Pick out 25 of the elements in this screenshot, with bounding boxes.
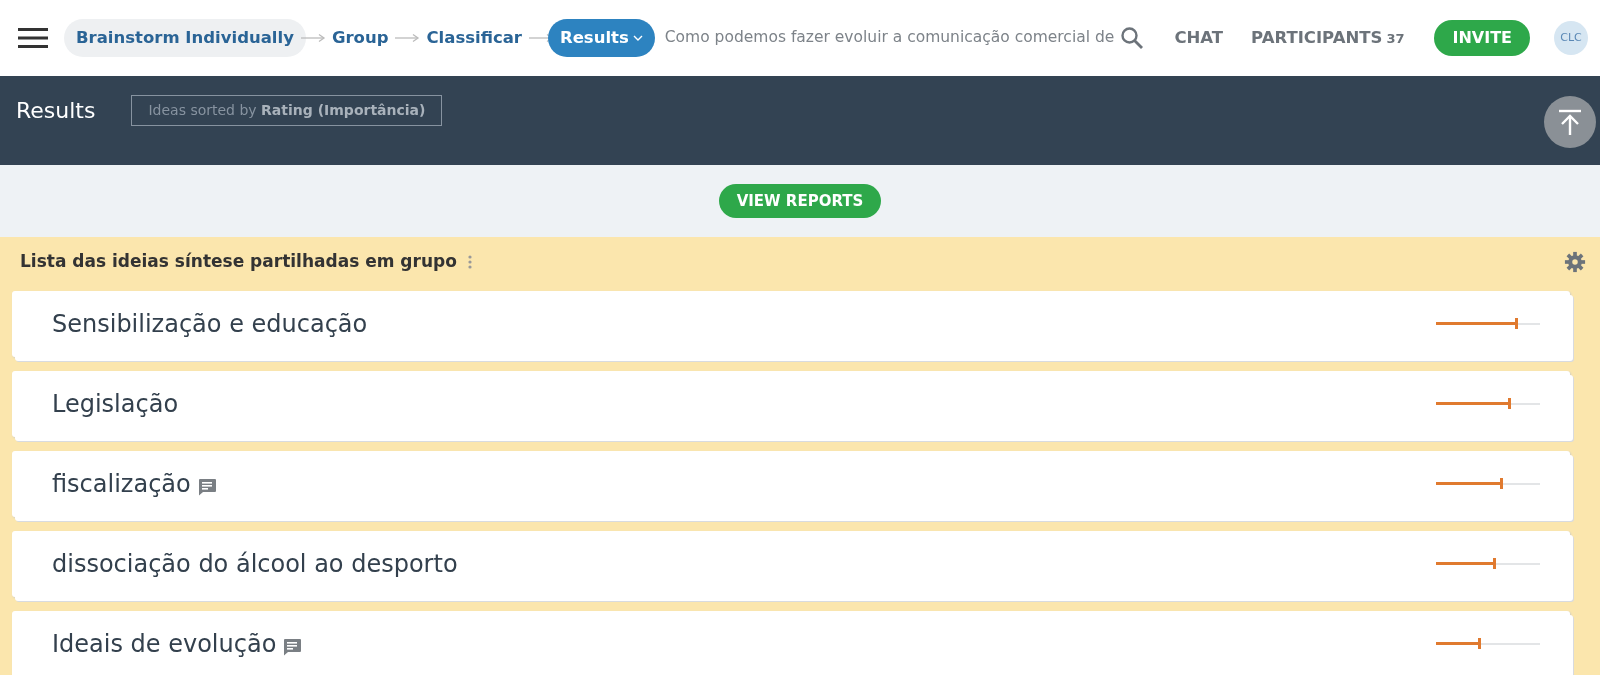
participants-link[interactable]: PARTICIPANTS 37 [1245,24,1411,52]
comment-icon[interactable] [282,637,303,656]
idea-text: fiscalização [52,468,191,500]
more-icon[interactable] [466,253,473,270]
arrow-icon [394,33,421,43]
idea-text: Sensibilização e educação [52,308,368,340]
breadcrumb-step[interactable]: Results [547,18,655,58]
question-text: Como podemos fazer evoluir a comunicação comercial de [664,27,1115,49]
search-icon[interactable] [1120,26,1145,50]
sort-label: Ideas sorted by Rating (Importância) [131,95,443,126]
caret-icon [632,34,643,41]
chat-link[interactable]: CHAT [1168,24,1230,52]
breadcrumb-step[interactable]: Classificar [414,18,534,58]
scroll-to-top-button[interactable] [1544,96,1596,148]
breadcrumb-step[interactable]: Brainstorm Individually [64,18,306,58]
settings-icon[interactable] [1564,250,1586,273]
breadcrumb-step[interactable]: Group [319,18,401,58]
idea-text: Legislação [52,388,179,420]
arrow-icon [299,33,326,43]
menu-icon[interactable] [18,27,48,49]
page-title: Results [16,97,96,125]
comment-icon[interactable] [196,477,217,496]
idea-text: dissociação do álcool ao desporto [52,548,458,580]
idea-text: Ideais de evolução [52,628,277,660]
list-title: Lista das ideias síntese partilhadas em grupo [19,250,457,273]
